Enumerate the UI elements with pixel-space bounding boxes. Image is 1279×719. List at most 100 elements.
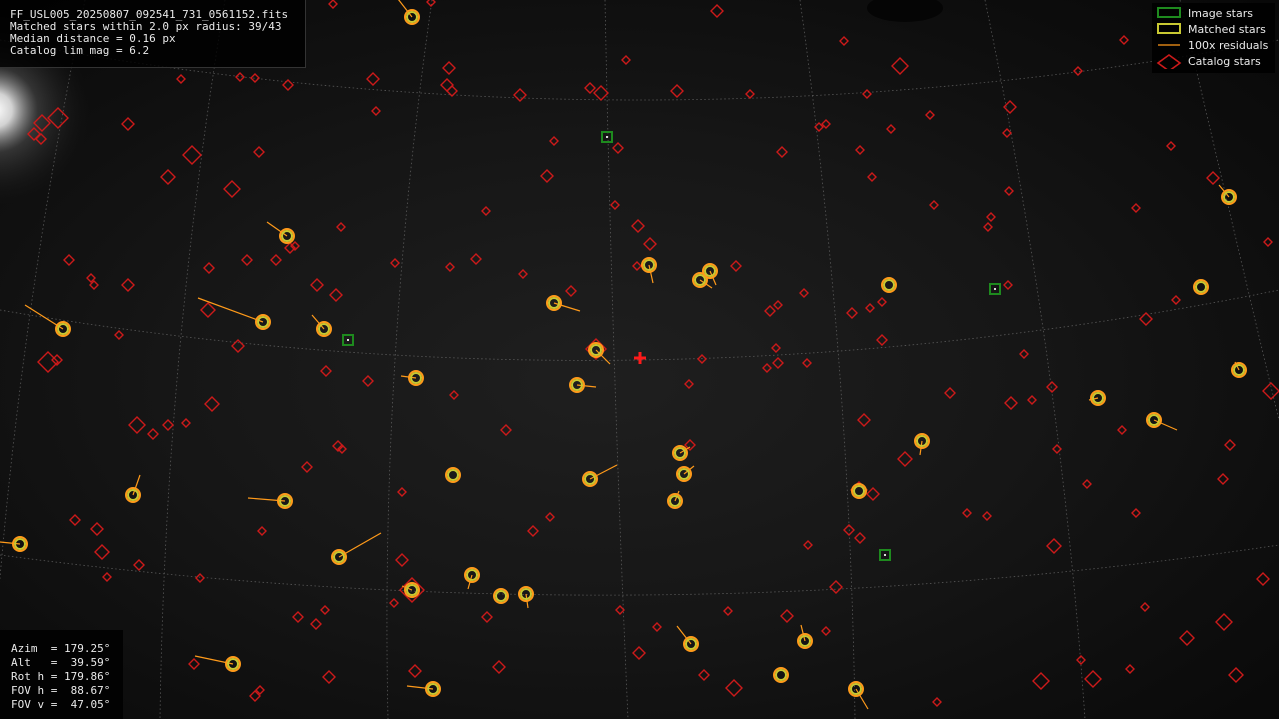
legend-residuals: 100x residuals	[1152, 37, 1275, 53]
legend: Image stars Matched stars 100x residuals…	[1152, 3, 1275, 73]
catalog-star	[723, 606, 733, 616]
catalog-star	[320, 365, 332, 377]
catalog-star	[1125, 664, 1135, 674]
catalog-star	[932, 697, 942, 707]
catalog-star	[865, 303, 875, 313]
dark-cloud	[867, 0, 943, 22]
catalog-star	[160, 169, 176, 185]
catalog-star	[63, 254, 75, 266]
orange-line-icon	[1158, 44, 1180, 46]
catalog-star	[442, 61, 456, 75]
catalog-star	[481, 206, 491, 216]
catalog-star	[612, 142, 624, 154]
catalog-star	[440, 78, 454, 92]
catalog-star	[944, 387, 956, 399]
matched-star	[775, 669, 787, 681]
catalog-star	[1228, 667, 1244, 683]
catalog-star	[867, 172, 877, 182]
catalog-star	[1027, 395, 1037, 405]
catalog-star	[69, 514, 81, 526]
matched-star	[495, 590, 507, 602]
catalog-star	[513, 88, 527, 102]
catalog-star	[866, 487, 880, 501]
catalog-lim-mag-text: Catalog lim mag = 6.2	[10, 44, 150, 57]
red-plus-icon	[634, 352, 646, 364]
altitude-text: Alt = 39.59°	[11, 656, 111, 669]
catalog-star	[1224, 439, 1236, 451]
catalog-star	[322, 670, 336, 684]
catalog-star	[1046, 538, 1062, 554]
catalog-star	[897, 451, 913, 467]
catalog-star	[371, 106, 381, 116]
fov-v-text: FOV v = 47.05°	[11, 698, 111, 711]
catalog-star	[310, 618, 322, 630]
catalog-star	[803, 540, 813, 550]
catalog-star	[1032, 672, 1050, 690]
catalog-star	[802, 358, 812, 368]
catalog-star	[1179, 630, 1195, 646]
yellow-circle-icon	[1157, 23, 1181, 34]
catalog-star	[670, 84, 684, 98]
red-diamond-icon	[1156, 54, 1182, 69]
catalog-star	[1166, 141, 1176, 151]
catalog-star	[1004, 186, 1014, 196]
catalog-star	[886, 124, 896, 134]
catalog-star	[128, 416, 146, 434]
legend-matched-stars-label: Matched stars	[1188, 23, 1266, 36]
legend-catalog-stars-label: Catalog stars	[1188, 55, 1261, 68]
azimuth-text: Azim = 179.25°	[11, 642, 111, 655]
catalog-star	[1131, 508, 1141, 518]
catalog-star	[94, 544, 110, 560]
catalog-star	[986, 212, 996, 222]
catalog-star	[839, 36, 849, 46]
grid-line	[0, 544, 1279, 596]
catalog-star	[631, 219, 645, 233]
catalog-star	[1131, 203, 1141, 213]
catalog-star	[470, 253, 482, 265]
catalog-star	[1117, 425, 1127, 435]
legend-image-stars: Image stars	[1152, 5, 1275, 21]
fov-h-text: FOV h = 88.67°	[11, 684, 111, 697]
catalog-star	[652, 622, 662, 632]
grid-line	[159, 0, 226, 719]
catalog-star	[176, 74, 186, 84]
matched-star	[883, 279, 895, 291]
matched-star	[1195, 281, 1207, 293]
catalog-star	[408, 664, 422, 678]
catalog-star	[241, 254, 253, 266]
green-square-icon	[1157, 7, 1181, 18]
catalog-star	[426, 0, 436, 7]
catalog-star	[1002, 128, 1012, 138]
catalog-star	[632, 646, 646, 660]
catalog-star	[301, 461, 313, 473]
sky-plot	[0, 0, 1279, 719]
catalog-star	[292, 611, 304, 623]
calibration-info-panel: FF_USL005_20250807_092541_731_0561152.fi…	[0, 0, 306, 68]
catalog-star	[329, 288, 343, 302]
catalog-star	[730, 260, 742, 272]
catalog-star	[876, 334, 888, 346]
catalog-star	[545, 512, 555, 522]
catalog-star	[500, 424, 512, 436]
catalog-star	[891, 57, 909, 75]
catalog-star	[253, 146, 265, 158]
catalog-star	[846, 307, 858, 319]
matched-star	[447, 469, 459, 481]
catalog-star	[395, 553, 409, 567]
catalog-star	[1003, 280, 1013, 290]
catalog-star	[615, 605, 625, 615]
catalog-star	[962, 508, 972, 518]
catalog-star	[162, 419, 174, 431]
pointing-info-panel: Azim = 179.25° Alt = 39.59° Rot h = 179.…	[0, 630, 123, 719]
catalog-star	[182, 145, 202, 165]
catalog-star	[829, 580, 843, 594]
catalog-star	[235, 72, 245, 82]
legend-catalog-stars: Catalog stars	[1152, 53, 1275, 69]
catalog-star	[282, 79, 294, 91]
image-star-core	[994, 288, 996, 290]
catalog-star	[584, 82, 596, 94]
residual-line	[197, 297, 264, 323]
catalog-star	[181, 418, 191, 428]
grid-line	[0, 289, 1279, 361]
catalog-star	[90, 522, 104, 536]
